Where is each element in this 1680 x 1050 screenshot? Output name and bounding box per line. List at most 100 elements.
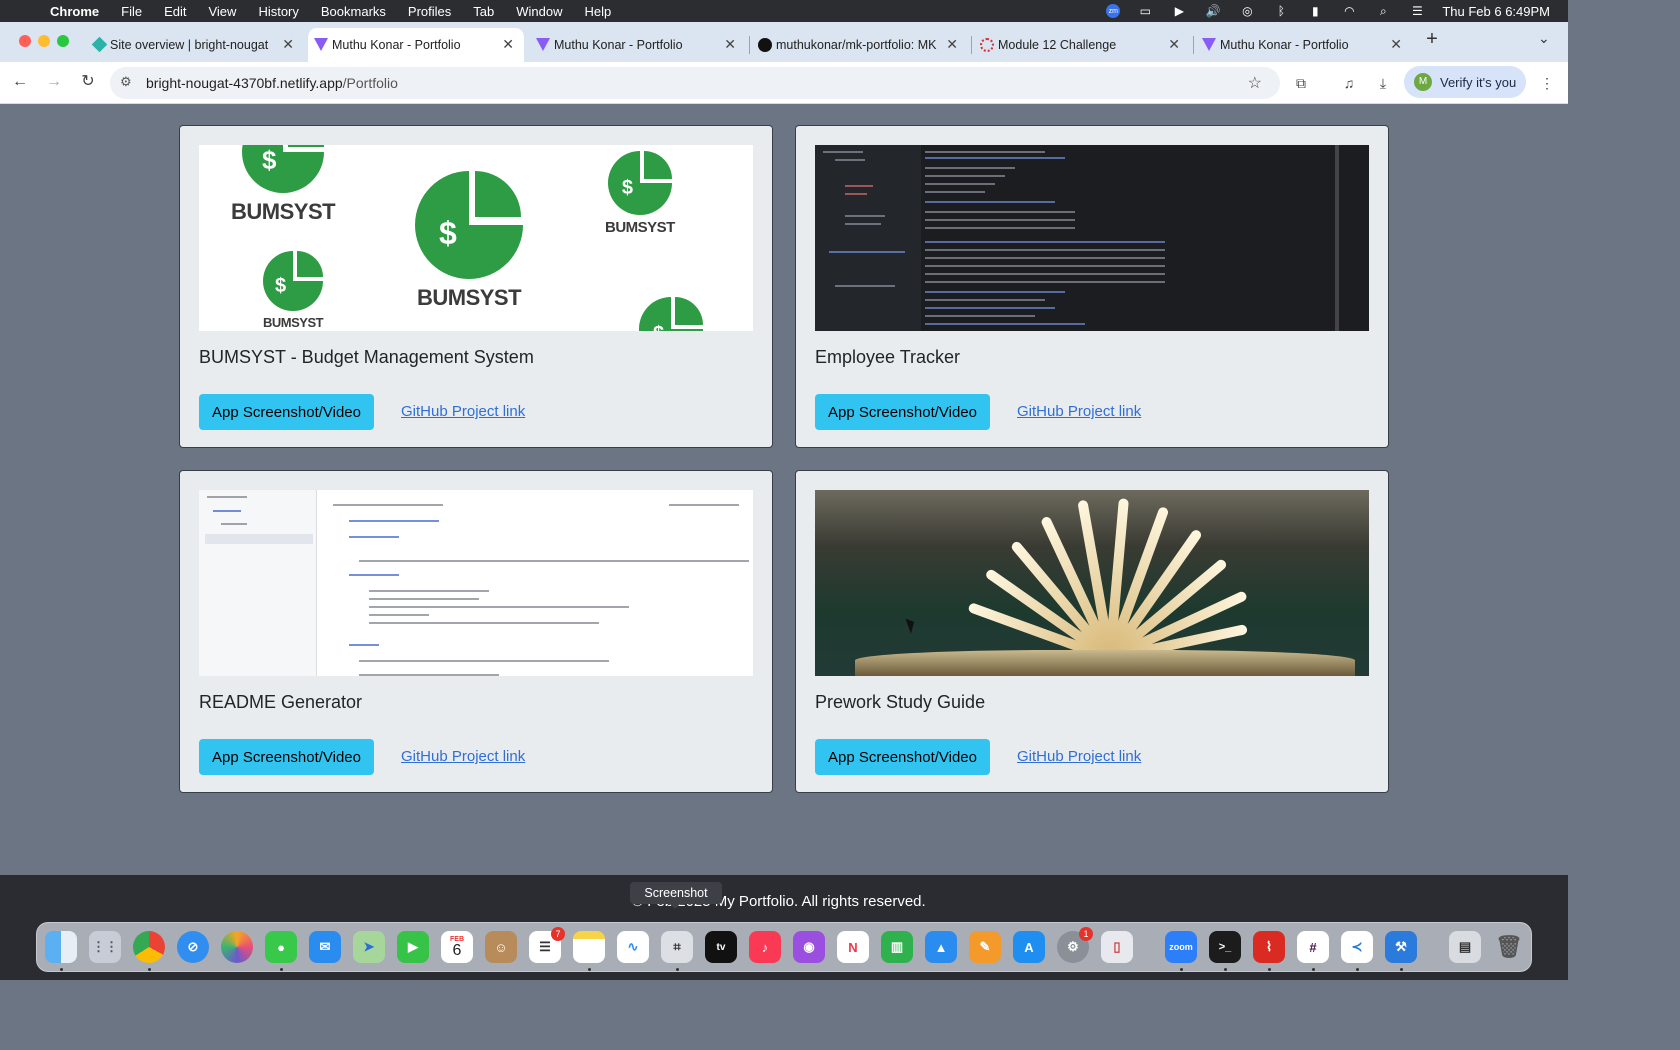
github-project-link[interactable]: GitHub Project link	[1017, 403, 1141, 420]
menu-file[interactable]: File	[121, 4, 142, 19]
notes-icon[interactable]	[573, 931, 605, 963]
site-info-icon[interactable]: ⚙	[120, 74, 132, 90]
freeform-icon[interactable]: ∿	[617, 931, 649, 963]
airdrop-icon[interactable]: ◎	[1238, 4, 1256, 18]
trash-icon[interactable]: 🗑	[1493, 931, 1525, 963]
menu-window[interactable]: Window	[516, 4, 562, 19]
screenshot-icon[interactable]: ⌗	[661, 931, 693, 963]
reload-button[interactable]: ↻	[76, 70, 100, 94]
menu-view[interactable]: View	[208, 4, 236, 19]
app-screenshot-video-button[interactable]: App Screenshot/Video	[815, 739, 990, 775]
maps-icon[interactable]: ➤	[353, 931, 385, 963]
url-text[interactable]: bright-nougat-4370bf.netlify.app/Portfol…	[146, 75, 398, 91]
fullscreen-window-button[interactable]	[57, 35, 69, 47]
news-icon[interactable]: N	[837, 931, 869, 963]
system-settings-icon[interactable]: ⚙ 1	[1057, 927, 1093, 963]
forward-button[interactable]: →	[42, 70, 66, 94]
tab-portfolio-2[interactable]: Muthu Konar - Portfolio ✕	[530, 28, 746, 62]
bluetooth-icon[interactable]: ᛒ	[1272, 4, 1290, 18]
stocks-icon[interactable]: ▤	[1449, 931, 1481, 963]
numbers-icon[interactable]: ▥	[881, 931, 913, 963]
github-project-link[interactable]: GitHub Project link	[401, 403, 525, 420]
slack-icon[interactable]: #	[1297, 931, 1329, 963]
close-tab-icon[interactable]: ✕	[1390, 36, 1402, 53]
launchpad-icon[interactable]: ⋮⋮	[89, 931, 121, 963]
music-icon[interactable]: ♪	[749, 931, 781, 963]
netlify-favicon-icon	[91, 36, 108, 53]
media-controls-icon[interactable]: ♫	[1338, 72, 1360, 94]
extensions-icon[interactable]: ⧉	[1290, 72, 1312, 94]
app-screenshot-video-button[interactable]: App Screenshot/Video	[199, 739, 374, 775]
menu-bar-clock[interactable]: Thu Feb 6 6:49PM	[1442, 4, 1550, 19]
bookmark-star-icon[interactable]: ☆	[1248, 73, 1262, 93]
github-project-link[interactable]: GitHub Project link	[1017, 748, 1141, 765]
address-bar[interactable]: ⚙ bright-nougat-4370bf.netlify.app/Portf…	[110, 67, 1280, 99]
github-project-link[interactable]: GitHub Project link	[401, 748, 525, 765]
reminders-icon[interactable]: ☰ 7	[529, 927, 565, 963]
terminal-icon[interactable]: >_	[1209, 931, 1241, 963]
app-store-icon[interactable]: A	[1013, 931, 1045, 963]
calendar-icon[interactable]: FEB 6	[441, 931, 473, 963]
close-tab-icon[interactable]: ✕	[282, 36, 294, 53]
facetime-icon[interactable]: ▶	[397, 931, 429, 963]
project-thumbnail[interactable]	[815, 490, 1369, 676]
vscode-icon[interactable]: ≺	[1341, 931, 1373, 963]
wifi-icon[interactable]: ◠	[1340, 4, 1358, 18]
close-tab-icon[interactable]: ✕	[1168, 36, 1180, 53]
project-thumbnail[interactable]: $ BUMSYST $ BUMSYST $ BUMSYST $ BUMSYST …	[199, 145, 753, 331]
close-window-button[interactable]	[19, 35, 31, 47]
mail-icon[interactable]: ✉	[309, 931, 341, 963]
battery-icon[interactable]: ▮	[1306, 4, 1324, 18]
downloads-icon[interactable]: ⤓	[1372, 72, 1394, 94]
chrome-menu-icon[interactable]: ⋮	[1536, 72, 1558, 94]
spotlight-search-icon[interactable]: ⌕	[1374, 4, 1392, 18]
acrobat-icon[interactable]: ⌇	[1253, 931, 1285, 963]
menu-app-name[interactable]: Chrome	[50, 4, 99, 19]
messages-icon[interactable]: ●	[265, 931, 297, 963]
new-tab-button[interactable]: +	[1420, 28, 1444, 51]
media-play-icon[interactable]: ▶	[1170, 4, 1188, 18]
close-tab-icon[interactable]: ✕	[946, 36, 958, 53]
zoom-icon[interactable]: zoom	[1165, 931, 1197, 963]
tab-search-chevron-icon[interactable]: ⌄	[1538, 30, 1550, 47]
podcasts-icon[interactable]: ◉	[793, 931, 825, 963]
menu-tab[interactable]: Tab	[473, 4, 494, 19]
minimize-window-button[interactable]	[38, 35, 50, 47]
scrollbar[interactable]	[1335, 145, 1339, 331]
photos-icon[interactable]	[221, 931, 253, 963]
app-screenshot-video-button[interactable]: App Screenshot/Video	[815, 394, 990, 430]
pages-icon[interactable]: ✎	[969, 931, 1001, 963]
menu-bookmarks[interactable]: Bookmarks	[321, 4, 386, 19]
tab-site-overview[interactable]: Site overview | bright-nougat ✕	[86, 28, 304, 62]
safari-icon[interactable]: ⊘	[177, 931, 209, 963]
verify-profile-button[interactable]: M Verify it's you	[1404, 66, 1526, 98]
menu-profiles[interactable]: Profiles	[408, 4, 451, 19]
project-thumbnail[interactable]	[199, 490, 753, 676]
xcode-icon[interactable]: ⚒	[1385, 931, 1417, 963]
tab-portfolio-active[interactable]: Muthu Konar - Portfolio ✕	[308, 28, 524, 62]
close-tab-icon[interactable]: ✕	[724, 36, 736, 53]
chrome-icon[interactable]	[133, 931, 165, 963]
github-favicon-icon	[758, 38, 772, 52]
tab-github-repo[interactable]: muthukonar/mk-portfolio: MK ✕	[752, 28, 968, 62]
screen-mirroring-icon[interactable]: ▭	[1136, 4, 1154, 18]
keynote-icon[interactable]: ▲	[925, 931, 957, 963]
finder-icon[interactable]	[45, 931, 77, 963]
project-thumbnail[interactable]	[815, 145, 1369, 331]
apple-tv-icon[interactable]: tv	[705, 931, 737, 963]
zoom-status-icon[interactable]: zm	[1106, 4, 1121, 18]
menu-history[interactable]: History	[258, 4, 298, 19]
tab-portfolio-3[interactable]: Muthu Konar - Portfolio ✕	[1196, 28, 1412, 62]
menu-help[interactable]: Help	[585, 4, 612, 19]
tab-module-12-challenge[interactable]: Module 12 Challenge ✕	[974, 28, 1190, 62]
vite-favicon-icon	[1202, 38, 1216, 51]
close-tab-icon[interactable]: ✕	[502, 36, 514, 53]
volume-icon[interactable]: 🔊	[1204, 4, 1222, 18]
app-screenshot-video-button[interactable]: App Screenshot/Video	[199, 394, 374, 430]
contacts-icon[interactable]: ☺	[485, 931, 517, 963]
control-center-icon[interactable]: ☰	[1408, 4, 1426, 18]
vite-favicon-icon	[536, 38, 550, 51]
menu-edit[interactable]: Edit	[164, 4, 186, 19]
preview-icon[interactable]: ▯	[1101, 931, 1133, 963]
back-button[interactable]: ←	[8, 70, 32, 94]
